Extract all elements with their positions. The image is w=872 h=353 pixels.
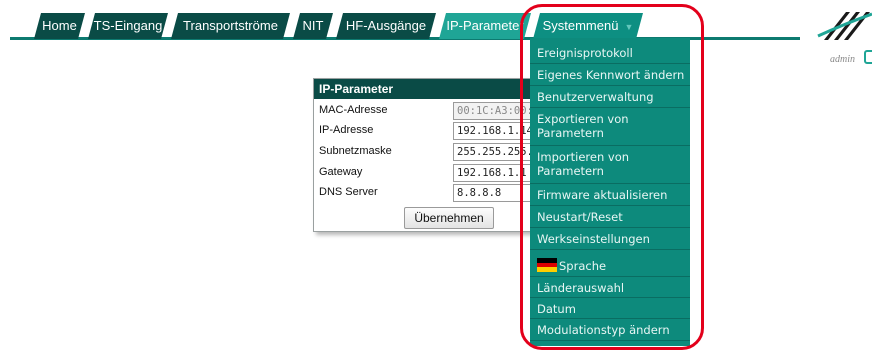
menu-item-modulation-type[interactable]: Modulationstyp ändern [530,319,690,341]
dns-server-label: DNS Server [319,186,378,198]
tab-systemmenue-label: Systemmenü [542,18,619,33]
chevron-down-icon: ▼ [624,21,634,32]
tab-ip-parameter[interactable]: IP-Parameter [439,13,531,39]
ip-parameter-panel: IP-Parameter MAC-Adresse 00:1C:A3:00:0 I… [313,78,543,232]
menu-item-country-selection[interactable]: Länderauswahl [530,277,690,298]
system-menu-dropdown: Ereignisprotokoll Eigenes Kennwort änder… [530,38,690,346]
ip-address-row: IP-Adresse 192.168.1.14 [314,121,543,141]
menu-item-date[interactable]: Datum [530,298,690,319]
apply-button[interactable]: Übernehmen [404,207,494,229]
tab-systemmenue[interactable]: Systemmenü ▼ [533,13,643,39]
tab-transportstroeme[interactable]: Transportströme [171,13,290,39]
menu-item-user-management[interactable]: Benutzerverwaltung [530,86,690,108]
dns-server-row: DNS Server 8.8.8.8 [314,183,543,203]
tab-ts-eingang[interactable]: TS-Eingang [88,13,168,39]
german-flag-icon [537,258,557,272]
menu-item-restart-reset[interactable]: Neustart/Reset [530,206,690,228]
menu-item-change-password[interactable]: Eigenes Kennwort ändern [530,64,690,86]
menu-item-language-label: Sprache [559,259,607,273]
menu-item-event-log[interactable]: Ereignisprotokoll [530,42,690,64]
menu-item-import-parameters[interactable]: Importieren von Parametern [530,146,690,184]
subnet-mask-label: Subnetzmaske [319,145,392,157]
panel-title: IP-Parameter [314,79,537,99]
tab-hf-ausgaenge[interactable]: HF-Ausgänge [336,13,436,39]
tab-nit[interactable]: NIT [293,13,333,39]
menu-item-factory-settings[interactable]: Werkseinstellungen [530,228,690,250]
mac-address-label: MAC-Adresse [319,104,388,116]
menu-item-firmware-update[interactable]: Firmware aktualisieren [530,184,690,206]
subnet-mask-row: Subnetzmaske 255.255.255. [314,142,543,162]
user-icon[interactable] [864,50,872,64]
logged-in-user: admin [830,54,855,65]
gateway-label: Gateway [319,166,363,178]
ip-address-label: IP-Adresse [319,124,374,136]
tab-home[interactable]: Home [34,13,85,39]
mac-address-row: MAC-Adresse 00:1C:A3:00:0 [314,101,543,121]
gateway-row: Gateway 192.168.1.1 [314,163,543,183]
main-navigation: Home TS-Eingang Transportströme NIT HF-A… [0,0,872,42]
menu-item-export-parameters[interactable]: Exportieren von Parametern [530,108,690,146]
menu-item-language[interactable]: Sprache [530,250,690,277]
brand-logo [817,12,872,40]
